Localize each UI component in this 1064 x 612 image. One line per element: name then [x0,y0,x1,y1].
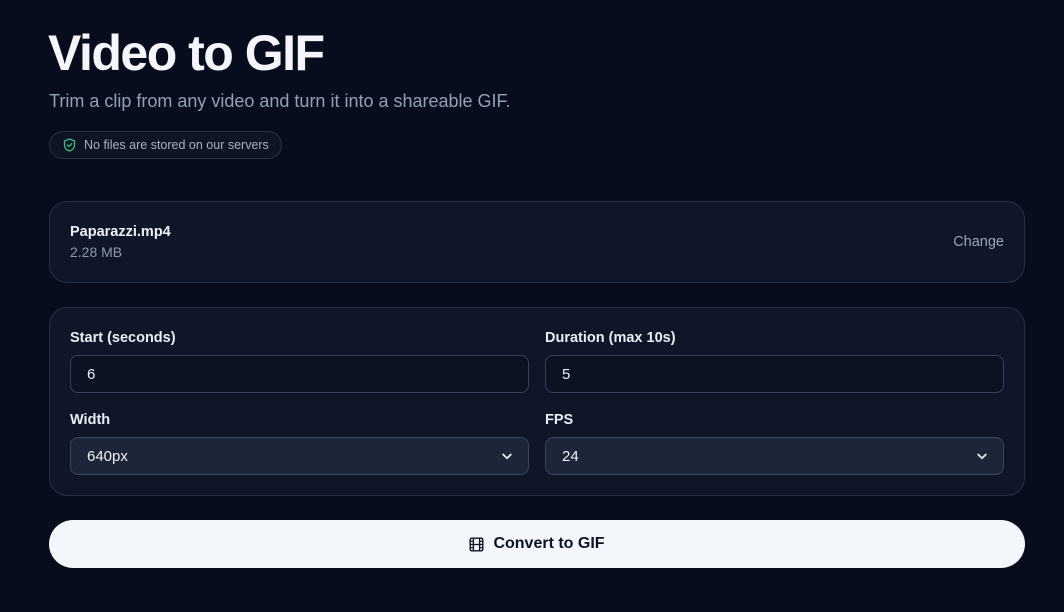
page-subtitle: Trim a clip from any video and turn it i… [49,91,511,111]
start-label: Start (seconds) [70,330,176,346]
change-file-button[interactable]: Change [953,234,1004,250]
privacy-badge-text: No files are stored on our servers [84,138,269,152]
fps-value: 24 [562,447,579,465]
file-name: Paparazzi.mp4 [70,224,171,240]
convert-button-label: Convert to GIF [493,535,605,552]
page: Video to GIF Trim a clip from any video … [0,0,1064,612]
width-field: Width 640px [70,412,529,475]
width-value: 640px [87,447,128,465]
file-size: 2.28 MB [70,244,123,260]
start-value: 6 [87,365,96,383]
start-input[interactable]: 6 [70,355,529,393]
width-select[interactable]: 640px [70,437,529,475]
page-title: Video to GIF [48,25,325,81]
width-label: Width [70,412,111,428]
fps-select[interactable]: 24 [545,437,1004,475]
fps-field: FPS 24 [545,412,1004,475]
start-field: Start (seconds) 6 [70,330,529,393]
shield-check-icon [63,138,76,152]
duration-input[interactable]: 5 [545,355,1004,393]
privacy-badge: No files are stored on our servers [49,131,282,159]
gif-settings-card: Start (seconds) 6 Duration (max 10s) 5 W… [49,307,1025,496]
selected-file-card: Paparazzi.mp4 2.28 MB Change [49,201,1025,283]
duration-field: Duration (max 10s) 5 [545,330,1004,393]
chevron-down-icon [502,453,512,459]
fps-label: FPS [545,412,574,428]
duration-value: 5 [562,365,571,383]
film-icon [469,537,484,552]
convert-to-gif-button[interactable]: Convert to GIF [49,520,1025,568]
chevron-down-icon [977,453,987,459]
duration-label: Duration (max 10s) [545,330,676,346]
